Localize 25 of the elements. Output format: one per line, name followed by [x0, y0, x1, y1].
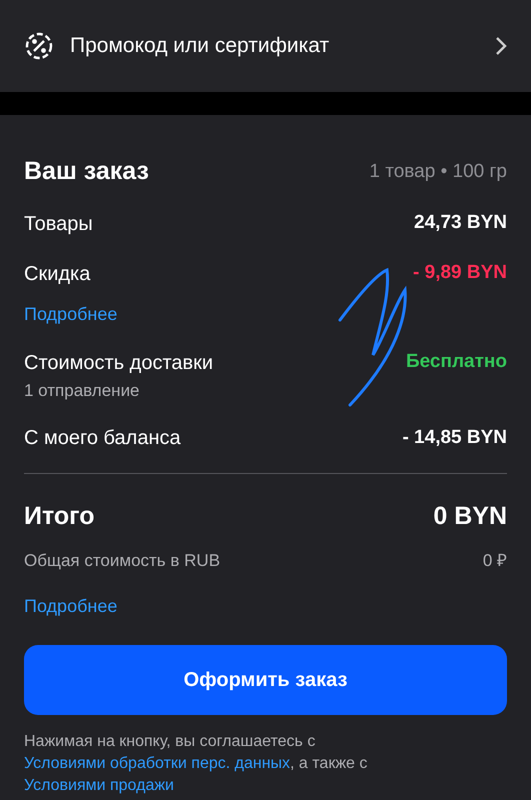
details-link[interactable]: Подробнее [24, 593, 118, 620]
line-label: Скидка [24, 262, 90, 286]
promo-row[interactable]: Промокод или сертификат [0, 0, 531, 92]
terms-link[interactable]: Условиями обработки перс. данных [24, 755, 290, 772]
chevron-right-icon [495, 36, 507, 56]
order-title: Ваш заказ [24, 156, 149, 187]
terms-link[interactable]: Условиями продажи [24, 777, 174, 794]
line-value: - 14,85 BYN [402, 426, 507, 450]
checkout-button[interactable]: Оформить заказ [24, 645, 507, 715]
line-value: Бесплатно [406, 350, 507, 374]
line-sublabel: 1 отправление [24, 380, 141, 402]
line-value: 24,73 BYN [414, 211, 507, 236]
total-value: 0 BYN [433, 501, 507, 532]
legal-text: Нажимая на кнопку, вы соглашаетесь с Условиями обработки перс. данных, а также с Условиями продажи [24, 732, 368, 796]
line-label: Товары [24, 212, 93, 236]
promo-label: Промокод или сертификат [70, 33, 330, 60]
line-label: Стоимость доставки [24, 350, 214, 376]
order-summary: 1 товар • 100 гр [369, 160, 507, 184]
rub-label: Общая стоимость в RUB [24, 550, 220, 572]
discount-icon [24, 31, 54, 61]
line-label: С моего баланса [24, 426, 181, 451]
line-value: - 9,89 BYN [413, 261, 507, 286]
total-label: Итого [24, 501, 95, 532]
details-link[interactable]: Подробнее [24, 300, 507, 328]
rub-value: 0 ₽ [482, 550, 507, 572]
